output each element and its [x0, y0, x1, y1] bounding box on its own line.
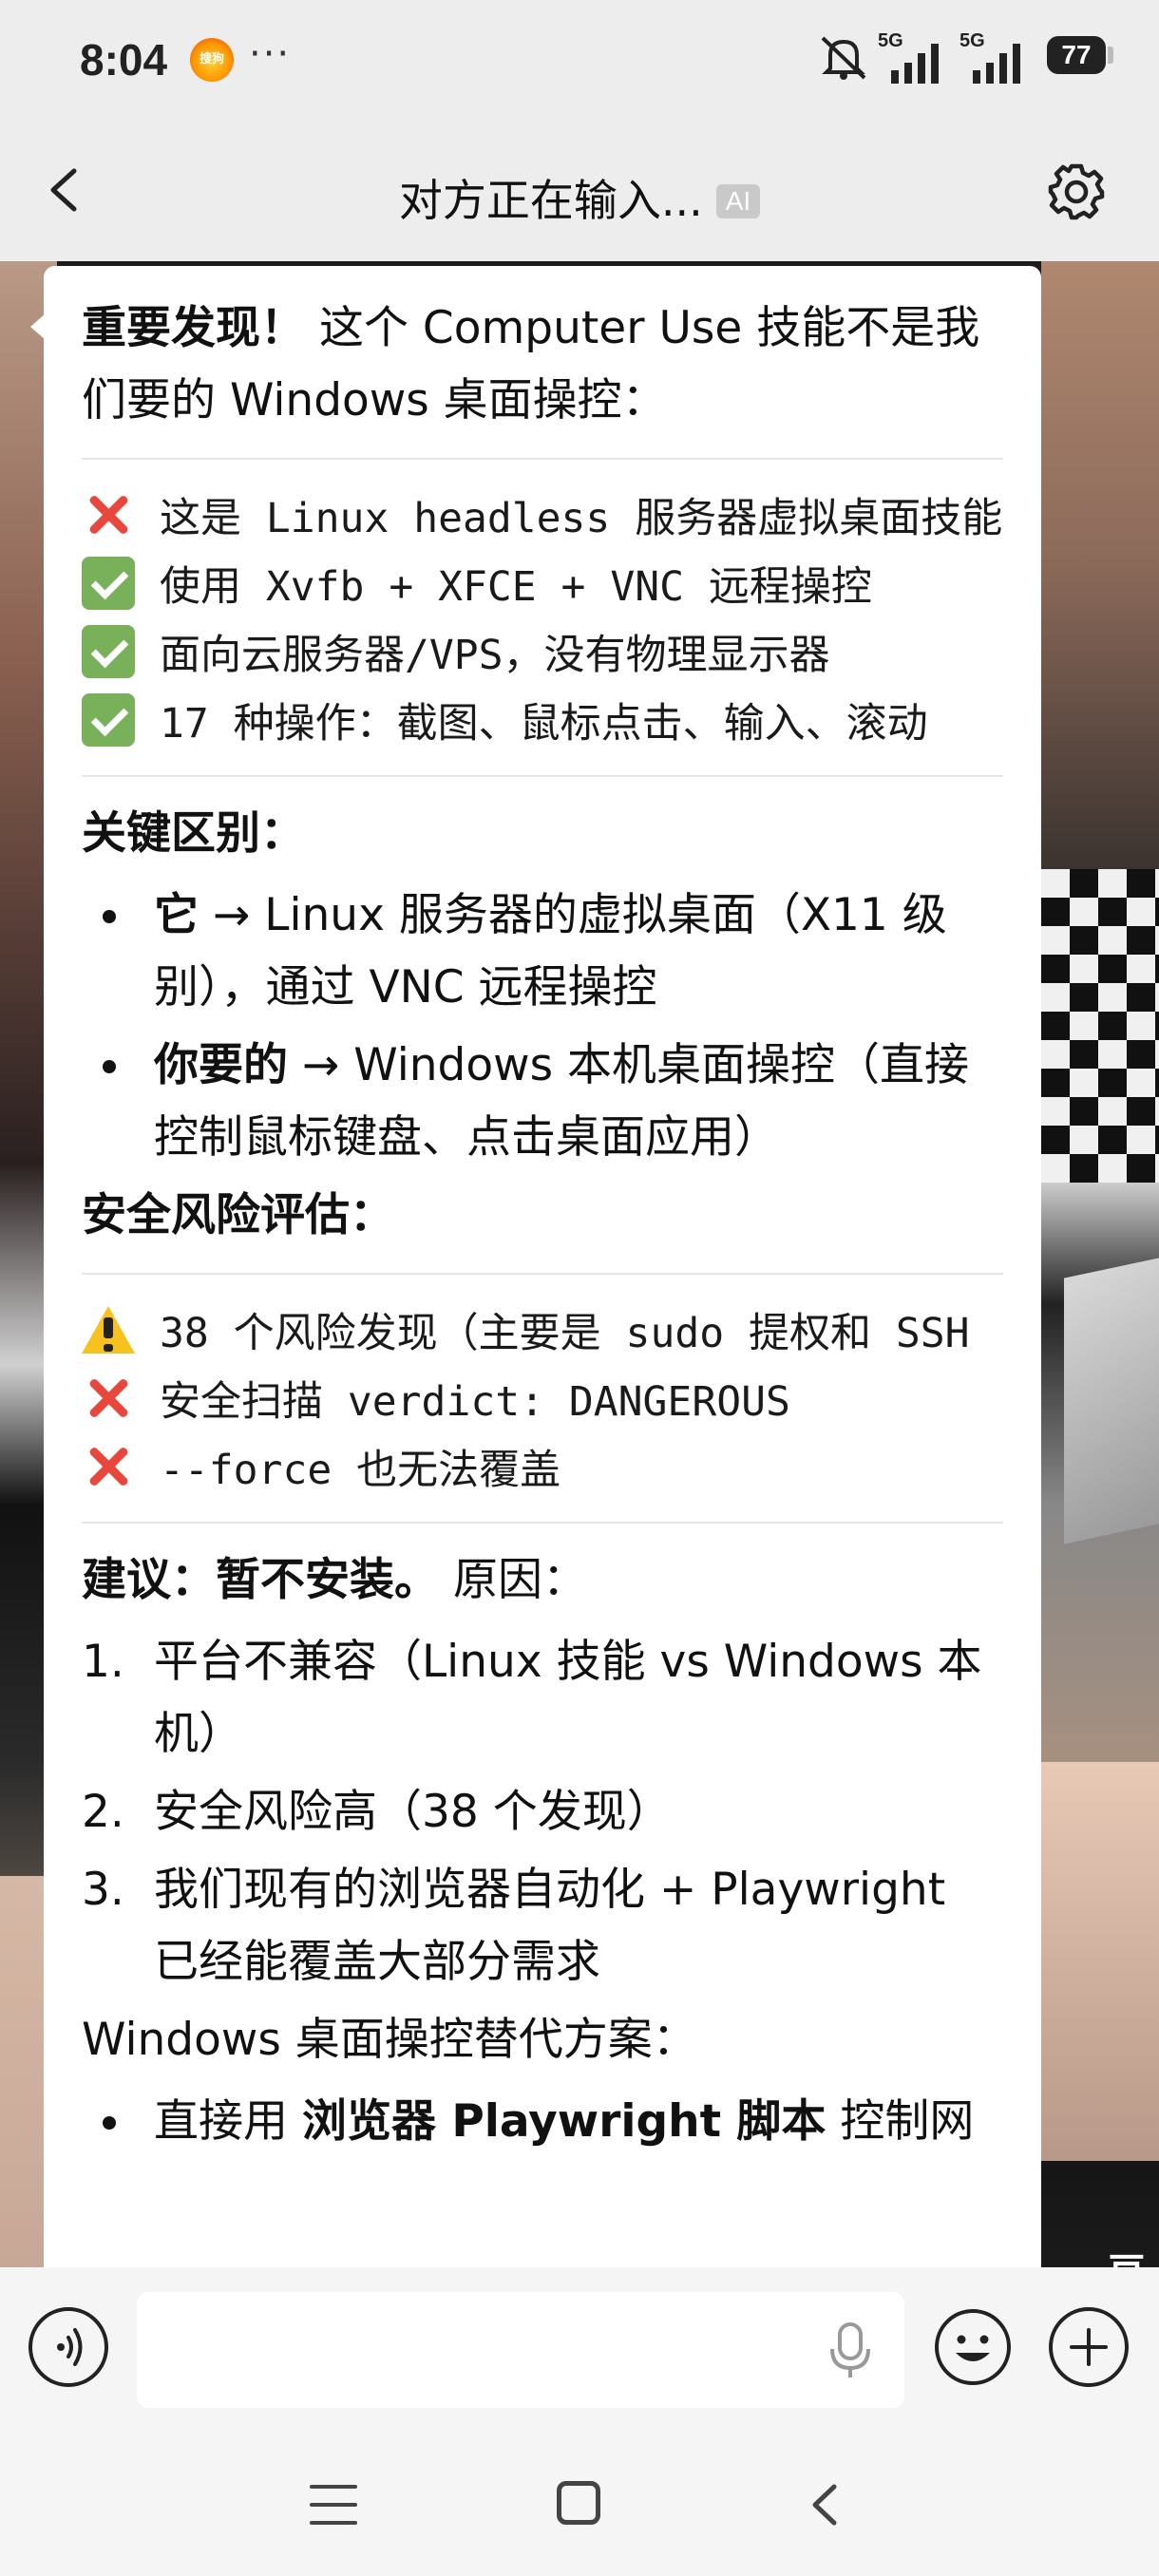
mute-bell-icon	[821, 36, 866, 80]
background-laptop	[1064, 1258, 1159, 1544]
divider	[82, 1522, 1003, 1524]
message-input[interactable]	[137, 2292, 904, 2408]
typing-status: 对方正在输入...	[398, 175, 703, 226]
list-item-text: 我们现有的浏览器自动化 + Playwright 已经能覆盖大部分需求	[154, 1864, 946, 1988]
list-item-text: 直接用	[154, 2095, 302, 2148]
cross-mark-icon	[82, 488, 135, 541]
code-line: --force 也无法覆盖	[82, 1432, 1003, 1501]
status-more-icon: ···	[249, 32, 292, 76]
chat-header: 对方正在输入... AI	[0, 119, 1159, 261]
code-line-text: 使用 Xvfb + XFCE + VNC 远程操控	[160, 563, 872, 611]
difference-list: 它 → Linux 服务器的虚拟桌面（X11 级别），通过 VNC 远程操控 你…	[82, 880, 1003, 1174]
reasons-list: 1. 平台不兼容（Linux 技能 vs Windows 本机） 2. 安全风险高（…	[82, 1626, 1003, 1998]
code-block-security: 38 个风险发现（主要是 sudo 提权和 SSH 安全扫描 verdict: …	[82, 1296, 1003, 1501]
background-watermark: 豆	[1108, 2242, 1146, 2267]
settings-gear-icon[interactable]	[1045, 161, 1108, 223]
code-line-text: 这是 Linux headless 服务器虚拟桌面技能	[160, 495, 1003, 542]
list-item-text: → Linux 服务器的虚拟桌面（X11 级别），通过 VNC 远程操控	[154, 889, 947, 1013]
background-checker-pattern	[1041, 869, 1159, 1183]
recommendation-bold: 建议：暂不安装。	[82, 1554, 439, 1606]
home-icon[interactable]	[557, 2481, 600, 2525]
code-line-text: --force 也无法覆盖	[160, 1447, 561, 1494]
list-item-text: 平台不兼容（Linux 技能 vs Windows 本机）	[154, 1636, 982, 1760]
list-item-bold: 浏览器 Playwright 脚本	[301, 2095, 826, 2148]
battery-tip	[1108, 47, 1113, 64]
check-mark-icon	[82, 625, 135, 678]
divider	[82, 458, 1003, 460]
sogou-app-icon: 搜狗	[190, 38, 234, 82]
signal-icon: 5G	[878, 30, 954, 89]
status-bar: 8:04 搜狗 ··· 5G 5G 77	[0, 0, 1159, 119]
alternatives-list: 直接用 浏览器 Playwright 脚本 控制网	[82, 2086, 1003, 2158]
voice-wave-icon	[57, 2328, 83, 2366]
list-number: 2.	[82, 1786, 124, 1838]
section-heading-security: 安全风险评估：	[82, 1189, 394, 1241]
battery-icon: 77	[1047, 36, 1106, 74]
signal-icon-2: 5G	[960, 30, 1036, 89]
list-item-text: 安全风险高（38 个发现）	[154, 1786, 672, 1838]
recommendation-text: 原因：	[439, 1554, 587, 1606]
cross-mark-icon	[82, 1372, 135, 1425]
intro-paragraph: 重要发现！ 这个 Computer Use 技能不是我们要的 Windows 桌…	[82, 293, 1003, 437]
code-line: 使用 Xvfb + XFCE + VNC 远程操控	[82, 549, 1003, 617]
list-item: 你要的 → Windows 本机桌面操控（直接控制鼠标键盘、点击桌面应用）	[82, 1030, 1003, 1174]
code-line-text: 安全扫描 verdict: DANGEROUS	[160, 1378, 790, 1426]
menu-icon[interactable]	[310, 2485, 357, 2527]
warning-icon	[82, 1306, 135, 1354]
code-block-skill-info: 这是 Linux headless 服务器虚拟桌面技能 使用 Xvfb + XF…	[82, 481, 1003, 754]
list-item: 3. 我们现有的浏览器自动化 + Playwright 已经能覆盖大部分需求	[82, 1854, 1003, 1998]
check-mark-icon	[82, 693, 135, 747]
list-item-bold: 它	[154, 889, 199, 941]
divider	[82, 775, 1003, 777]
list-item-text: 控制网	[826, 2095, 975, 2148]
status-indicators: 5G 5G 77	[779, 28, 1159, 85]
voice-icon[interactable]	[28, 2307, 108, 2387]
code-line: 面向云服务器/VPS，没有物理显示器	[82, 617, 1003, 686]
code-line: 17 种操作：截图、鼠标点击、输入、滚动	[82, 686, 1003, 754]
section-heading-key-difference: 关键区别：	[82, 807, 305, 860]
intro-bold: 重要发现！	[82, 302, 305, 354]
section-heading-alternatives: Windows 桌面操控替代方案：	[82, 2014, 697, 2066]
list-item: 它 → Linux 服务器的虚拟桌面（X11 级别），通过 VNC 远程操控	[82, 880, 1003, 1024]
code-line: 这是 Linux headless 服务器虚拟桌面技能	[82, 481, 1003, 549]
code-line-text: 面向云服务器/VPS，没有物理显示器	[160, 632, 830, 679]
status-time: 8:04	[80, 35, 168, 85]
background-figure	[1041, 1762, 1159, 2161]
network-type-1: 5G	[878, 30, 903, 51]
cross-mark-icon	[82, 1440, 135, 1493]
list-item: 1. 平台不兼容（Linux 技能 vs Windows 本机）	[82, 1626, 1003, 1771]
ai-badge: AI	[715, 184, 761, 218]
list-number: 1.	[82, 1636, 124, 1688]
plus-icon[interactable]	[1049, 2307, 1129, 2387]
code-line: 安全扫描 verdict: DANGEROUS	[82, 1364, 1003, 1432]
list-item: 2. 安全风险高（38 个发现）	[82, 1776, 1003, 1848]
list-item: 直接用 浏览器 Playwright 脚本 控制网	[82, 2086, 1003, 2158]
input-bar	[0, 2267, 1159, 2434]
code-line-text: 38 个风险发现（主要是 sudo 提权和 SSH	[160, 1310, 970, 1357]
back-icon[interactable]	[804, 2481, 847, 2529]
check-mark-icon	[82, 557, 135, 610]
list-item-bold: 你要的	[154, 1039, 288, 1091]
code-line-text: 17 种操作：截图、鼠标点击、输入、滚动	[160, 700, 928, 748]
microphone-icon[interactable]	[826, 2320, 874, 2381]
recommendation-heading: 建议：暂不安装。 原因：	[82, 1544, 1003, 1617]
list-number: 3.	[82, 1864, 124, 1916]
system-nav-bar	[0, 2434, 1159, 2576]
chat-title: 对方正在输入... AI	[0, 166, 1159, 229]
code-line: 38 个风险发现（主要是 sudo 提权和 SSH	[82, 1296, 1003, 1364]
network-type-2: 5G	[960, 30, 985, 51]
message-bubble[interactable]: 重要发现！ 这个 Computer Use 技能不是我们要的 Windows 桌…	[44, 266, 1041, 2356]
divider	[82, 1273, 1003, 1275]
emoji-icon[interactable]	[933, 2307, 1013, 2387]
